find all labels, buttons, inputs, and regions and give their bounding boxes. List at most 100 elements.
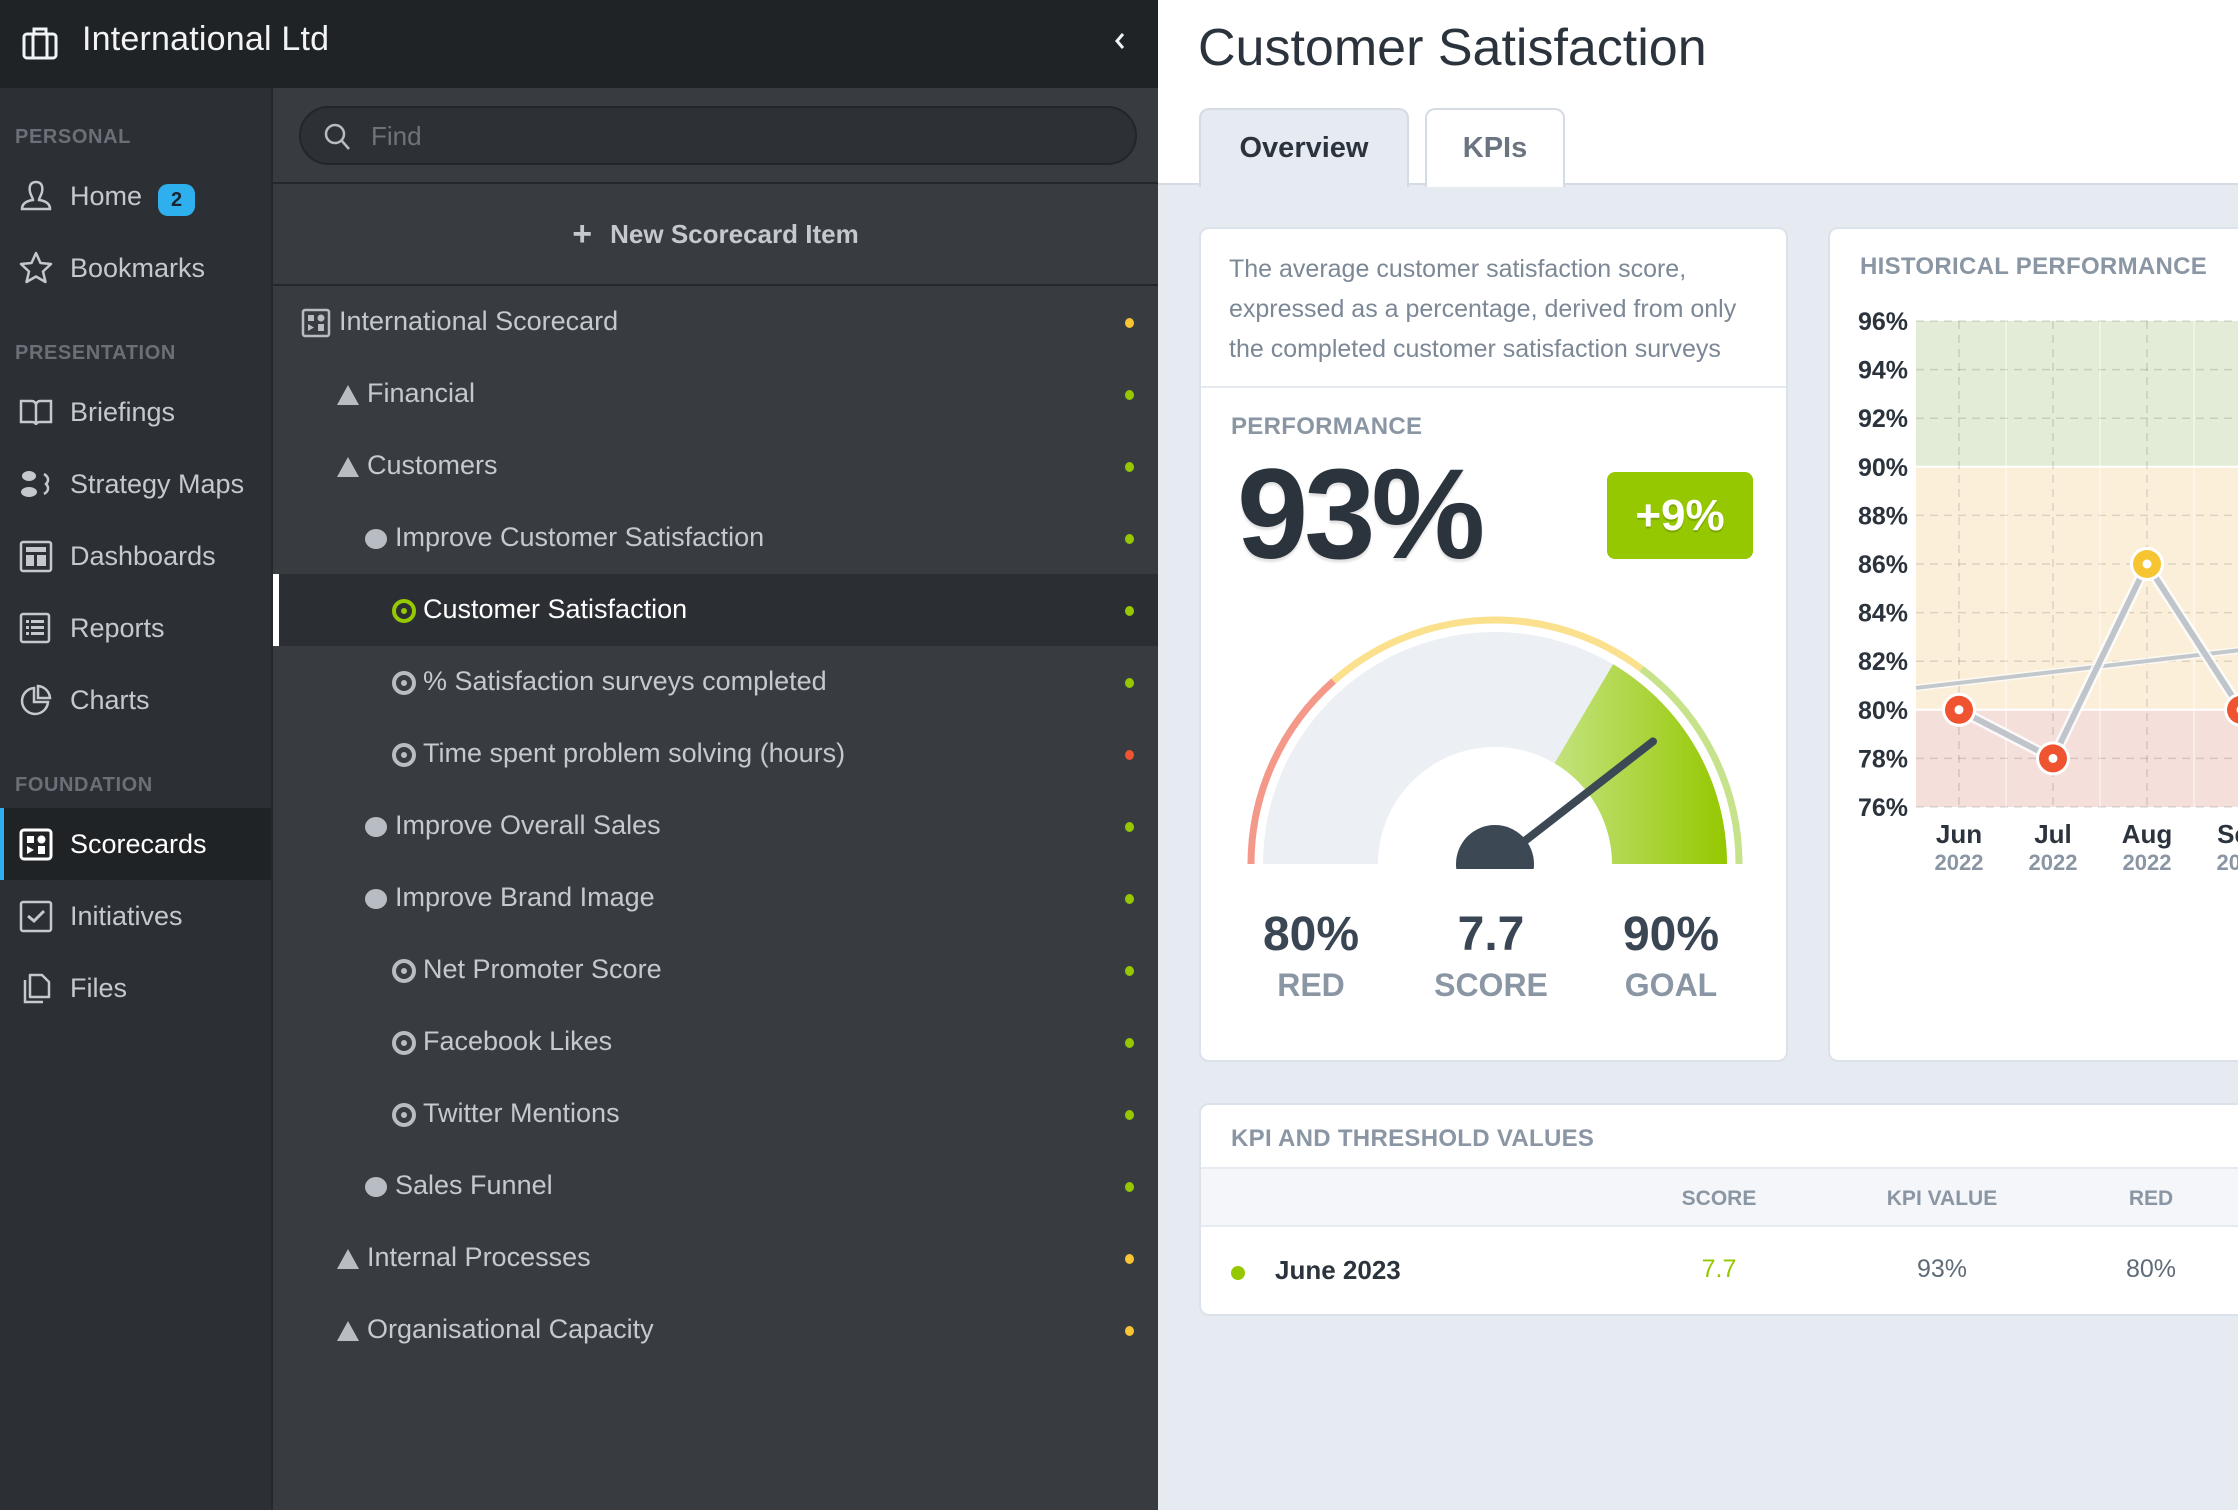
- x-tick-month: Sep: [2217, 819, 2238, 849]
- organization-name[interactable]: International Ltd: [82, 20, 329, 59]
- change-badge: +9%: [1607, 472, 1753, 559]
- nav-item-home[interactable]: Home 2: [0, 160, 271, 232]
- table-row[interactable]: June 2023 7.7 93% 80%: [1201, 1227, 2238, 1314]
- search-input[interactable]: [371, 116, 1111, 156]
- y-tick-label: 94%: [1858, 357, 1908, 385]
- nav-item-label: Strategy Maps: [70, 468, 245, 499]
- search-box[interactable]: [299, 106, 1137, 165]
- nav-item-initiatives[interactable]: Initiatives: [0, 880, 271, 952]
- x-tick-year: 2022: [2029, 850, 2078, 875]
- tree-item-net-promoter-score[interactable]: Net Promoter Score: [273, 934, 1158, 1006]
- status-dot: [1125, 1326, 1134, 1336]
- briefcase-icon: [22, 27, 58, 60]
- nav-section-presentation: PRESENTATION: [15, 342, 176, 364]
- tree-item-facebook-likes[interactable]: Facebook Likes: [273, 1006, 1158, 1078]
- y-tick-label: 88%: [1858, 502, 1908, 530]
- kpi-table-title: KPI AND THRESHOLD VALUES: [1231, 1125, 1595, 1152]
- perspective-triangle-icon: [337, 1321, 359, 1341]
- nav-item-briefings[interactable]: Briefings: [0, 376, 271, 448]
- search-icon: [324, 123, 350, 150]
- collapse-sidebar-button[interactable]: [1104, 24, 1136, 58]
- status-dot: [1125, 534, 1134, 544]
- kpi-value-cell: 93%: [1916, 1255, 1968, 1283]
- tree-item-label: International Scorecard: [339, 306, 619, 336]
- status-dot: [1125, 1182, 1134, 1192]
- book-icon: [19, 399, 53, 426]
- tree-item-label: Customers: [367, 450, 498, 480]
- status-dot: [1125, 1254, 1134, 1264]
- tree-item-satisfaction-surveys-completed[interactable]: % Satisfaction surveys completed: [273, 646, 1158, 718]
- tree-item-label: Improve Overall Sales: [395, 810, 661, 840]
- tab-overview[interactable]: Overview: [1199, 108, 1409, 187]
- historical-performance-card: HISTORICAL PERFORMANCE 96% 94% 92% 90% 88% 86…: [1828, 227, 2238, 1062]
- new-scorecard-item-button[interactable]: + New Scorecard Item: [273, 184, 1158, 286]
- checkbox-icon: [19, 900, 53, 933]
- red-threshold-value: 80%: [1262, 908, 1360, 961]
- tree-item-improve-brand-image[interactable]: Improve Brand Image: [273, 862, 1158, 934]
- y-tick-label: 84%: [1858, 600, 1908, 628]
- nav-item-charts[interactable]: Charts: [0, 664, 271, 736]
- nav-item-scorecards[interactable]: Scorecards: [0, 808, 271, 880]
- nav-sidebar: PERSONAL Home 2 Bookmarks PRESENTATION B…: [0, 88, 271, 1510]
- tree-item-organisational-capacity[interactable]: Organisational Capacity: [273, 1294, 1158, 1366]
- gauge-hub: [1456, 825, 1534, 869]
- data-point-center: [2048, 753, 2058, 763]
- perspective-triangle-icon: [337, 457, 359, 477]
- performance-value: 93%: [1237, 443, 1485, 586]
- data-point-center: [2142, 559, 2152, 569]
- nav-item-label: Scorecards: [70, 828, 207, 859]
- performance-card: The average customer satisfaction score,…: [1199, 227, 1788, 1062]
- page-title: Customer Satisfaction: [1198, 19, 1707, 77]
- y-tick-label: 80%: [1858, 697, 1908, 725]
- status-dot: [1125, 1110, 1134, 1120]
- tree-item-improve-overall-sales[interactable]: Improve Overall Sales: [273, 790, 1158, 862]
- tree-item-financial[interactable]: Financial: [273, 358, 1158, 430]
- app-header: International Ltd: [0, 0, 1158, 88]
- nav-section-personal: PERSONAL: [15, 126, 131, 148]
- status-dot: [1125, 318, 1134, 328]
- perspective-triangle-icon: [337, 1249, 359, 1269]
- nav-item-label: Files: [70, 972, 128, 1003]
- performance-title: PERFORMANCE: [1231, 413, 1423, 440]
- report-list-icon: [19, 612, 51, 644]
- tree-item-label: Customer Satisfaction: [423, 594, 688, 624]
- tree-item-time-spent-problem-solving-hours[interactable]: Time spent problem solving (hours): [273, 718, 1158, 790]
- nav-item-label: Briefings: [70, 396, 176, 427]
- tree-item-label: Improve Customer Satisfaction: [395, 522, 765, 552]
- objective-circle-icon: [365, 889, 387, 909]
- x-tick-month: Jul: [2034, 819, 2072, 849]
- tab-kpis[interactable]: KPIs: [1425, 108, 1565, 187]
- tree-item-international-scorecard[interactable]: International Scorecard: [273, 286, 1158, 358]
- tree-item-internal-processes[interactable]: Internal Processes: [273, 1222, 1158, 1294]
- nav-item-strategy-maps[interactable]: Strategy Maps: [0, 448, 271, 520]
- threshold-band: [1916, 321, 2238, 467]
- star-icon: [19, 251, 53, 284]
- table-header: SCORE KPI VALUE RED: [1201, 1167, 2238, 1227]
- status-dot: [1125, 1038, 1134, 1048]
- kpi-target-icon: [392, 743, 416, 767]
- dashboard-icon: [19, 540, 53, 573]
- nav-item-files[interactable]: Files: [0, 952, 271, 1024]
- score-label: SCORE: [1434, 967, 1548, 1003]
- y-tick-label: 86%: [1858, 551, 1908, 579]
- gauge-stat-score: 7.7 SCORE: [1401, 911, 1581, 1003]
- nav-section-foundation: FOUNDATION: [15, 774, 153, 796]
- tree-item-customer-satisfaction[interactable]: Customer Satisfaction: [273, 574, 1158, 646]
- nav-item-bookmarks[interactable]: Bookmarks: [0, 232, 271, 304]
- pie-chart-icon: [20, 684, 52, 716]
- x-tick-year: 2022: [1935, 850, 1984, 875]
- tree-item-sales-funnel[interactable]: Sales Funnel: [273, 1150, 1158, 1222]
- nav-item-reports[interactable]: Reports: [0, 592, 271, 664]
- tree-item-label: Organisational Capacity: [367, 1314, 654, 1344]
- red-threshold-label: RED: [1277, 967, 1345, 1003]
- tree-item-improve-customer-satisfaction[interactable]: Improve Customer Satisfaction: [273, 502, 1158, 574]
- y-tick-label: 76%: [1858, 794, 1908, 822]
- tree-item-label: Twitter Mentions: [423, 1098, 620, 1128]
- tree-item-customers[interactable]: Customers: [273, 430, 1158, 502]
- tree-item-twitter-mentions[interactable]: Twitter Mentions: [273, 1078, 1158, 1150]
- y-tick-label: 96%: [1858, 308, 1908, 336]
- user-icon: [20, 180, 52, 211]
- nav-item-dashboards[interactable]: Dashboards: [0, 520, 271, 592]
- tree-item-label: Financial: [367, 378, 476, 408]
- status-dot: [1125, 390, 1134, 400]
